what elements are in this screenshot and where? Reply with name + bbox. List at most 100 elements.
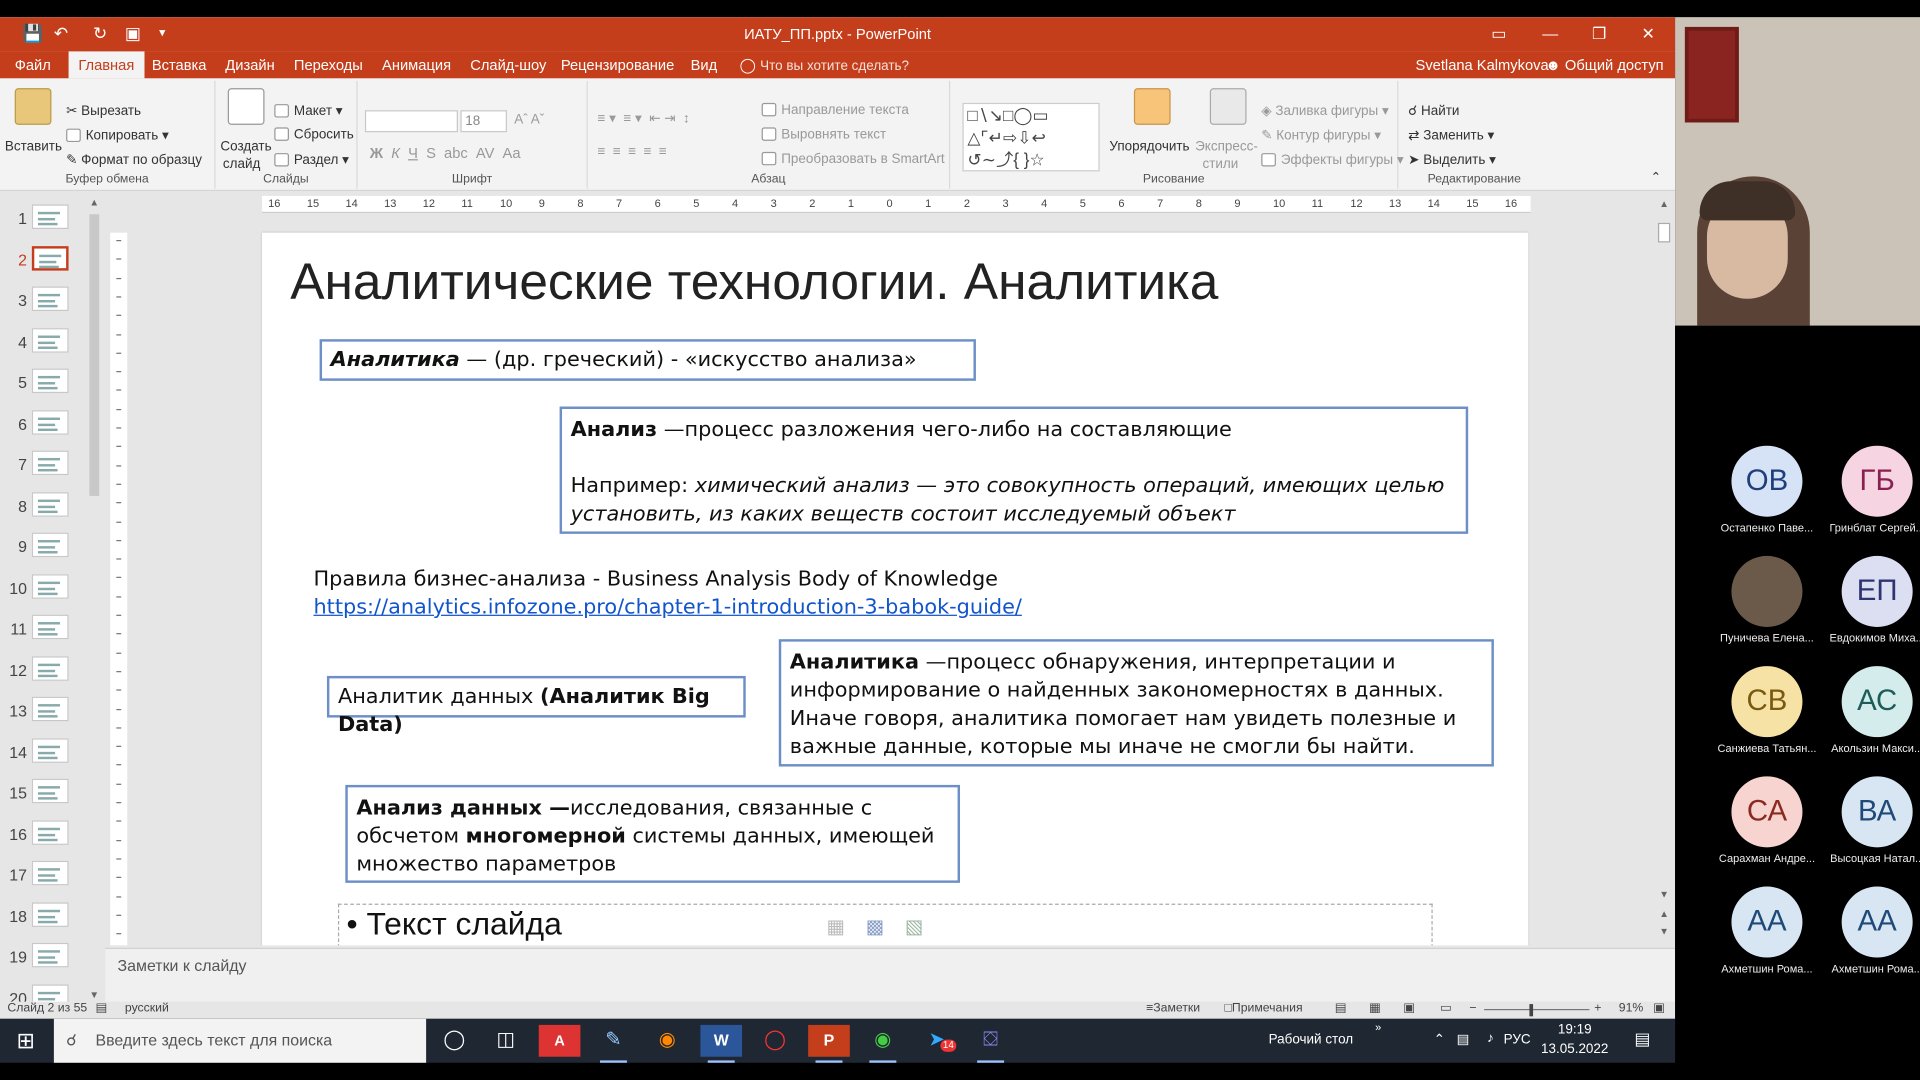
cortana-icon[interactable]: ◯	[433, 1025, 475, 1057]
slide-thumbnail[interactable]: 13	[5, 694, 91, 728]
teams-icon[interactable]: ⛋	[970, 1025, 1012, 1063]
slide-scrollbar[interactable]: ▲ ▼ ▲ ▼	[1655, 195, 1673, 946]
copy-button[interactable]: Копировать ▾	[66, 127, 169, 143]
scroll-down-icon[interactable]: ▼	[1659, 889, 1669, 900]
replace-button[interactable]: ⇄ Заменить ▾	[1408, 127, 1494, 144]
taskbar-search[interactable]: ☌ Введите здесь текст для поиска	[53, 1018, 427, 1063]
align-text-button[interactable]: Выровнять текст	[761, 127, 886, 142]
chevron-icon[interactable]: »	[1375, 1021, 1381, 1033]
powerpoint-icon[interactable]: P	[808, 1024, 850, 1063]
normal-view-icon[interactable]: ▤	[1335, 1002, 1347, 1015]
volume-icon[interactable]: ♪	[1487, 1031, 1494, 1046]
participant-tile[interactable]: ВА Высоцкая Натал...	[1810, 776, 1920, 886]
shape-outline-button[interactable]: ✎ Контур фигуры ▾	[1261, 127, 1381, 144]
slide-thumbnail[interactable]: 16	[5, 817, 91, 851]
font-style-buttons[interactable]: Ж К Ч S abc AV Aa	[370, 144, 521, 161]
new-slide-button-line2[interactable]: слайд	[223, 157, 260, 172]
definition-box-analytics[interactable]: Аналитика — (др. греческий) - «искусство…	[319, 339, 976, 381]
insert-table-icon[interactable]: ▦	[827, 910, 846, 946]
tab-transitions[interactable]: Переходы	[284, 51, 373, 78]
shapes-gallery[interactable]: □∖↘□◯▭ △⌜↵⇨⇩↩ ↺∼⤴{ }☆	[962, 102, 1100, 172]
restore-icon[interactable]: ❐	[1575, 21, 1624, 48]
tab-animations[interactable]: Анимация	[372, 51, 461, 78]
shape-fill-button[interactable]: ◈ Заливка фигуры ▾	[1261, 103, 1388, 119]
quick-styles-button-line2[interactable]: стили	[1202, 157, 1238, 172]
notification-icon[interactable]: ▤	[1634, 1029, 1650, 1050]
slide-thumbnail[interactable]: 17	[5, 858, 91, 892]
tray-up-icon[interactable]: ⌃	[1434, 1031, 1445, 1047]
slide-thumbnail[interactable]: 6	[5, 407, 91, 441]
font-grow-icon[interactable]: Aˆ Aˇ	[514, 113, 544, 128]
notes-pane[interactable]: Заметки к слайду	[105, 947, 1676, 1002]
format-painter-button[interactable]: ✎ Формат по образцу	[66, 152, 202, 168]
slide-thumbnail[interactable]: 9	[5, 530, 91, 564]
slide-title[interactable]: Аналитические технологии. Аналитика	[290, 252, 1218, 311]
participant-tile[interactable]: ОВ Остапенко Паве...	[1700, 445, 1813, 556]
slide-thumbnail[interactable]: 2	[5, 243, 91, 277]
content-placeholder[interactable]: • Текст слайда ▦ ▩ ▧	[337, 903, 1433, 946]
slide-thumbnail[interactable]: 1	[5, 202, 91, 236]
list-buttons[interactable]: ≡ ▾ ≡ ▾ ⇤ ⇥ ↕	[598, 110, 690, 126]
network-icon[interactable]: ▤	[1457, 1031, 1470, 1047]
zoom-slider[interactable]	[1484, 1008, 1590, 1011]
thumbnail-scroll-thumb[interactable]	[89, 214, 100, 496]
input-language[interactable]: РУС	[1504, 1032, 1531, 1047]
slide-thumbnail[interactable]: 18	[5, 899, 91, 933]
spellcheck-icon[interactable]: ▤	[96, 1002, 108, 1015]
participant-tile[interactable]: АА Ахметшин Рома...	[1700, 886, 1813, 997]
ribbon-display-icon[interactable]: ▭	[1474, 21, 1523, 48]
cut-button[interactable]: ✂ Вырезать	[66, 103, 141, 119]
tab-file[interactable]: Файл	[5, 51, 61, 78]
explorer-icon[interactable]: ✎	[593, 1025, 635, 1063]
align-buttons[interactable]: ≡ ≡ ≡ ≡ ≡	[598, 144, 667, 159]
comments-toggle[interactable]: □ Примечания	[1225, 1002, 1303, 1015]
data-analyst-box[interactable]: Аналитик данных (Аналитик Big Data)	[326, 675, 746, 737]
arrange-button[interactable]: Упорядочить	[1109, 140, 1189, 155]
definition-box-data-analysis[interactable]: Анализ данных —исследования, связанные с…	[345, 784, 961, 883]
clock-date[interactable]: 13.05.2022	[1538, 1042, 1611, 1057]
new-slide-icon[interactable]	[227, 88, 265, 125]
babok-link[interactable]: https://analytics.infozone.pro/chapter-1…	[313, 595, 1021, 619]
previous-slide-icon[interactable]: ▲	[1659, 909, 1669, 920]
acrobat-icon[interactable]: A	[538, 1024, 581, 1057]
find-button[interactable]: ☌ Найти	[1408, 103, 1459, 119]
firefox-icon[interactable]: ◉	[647, 1025, 689, 1057]
next-slide-icon[interactable]: ▼	[1659, 926, 1669, 937]
scroll-down-icon[interactable]: ▼	[89, 989, 99, 1000]
task-view-icon[interactable]: ◫	[485, 1025, 527, 1057]
zoom-out-icon[interactable]: −	[1469, 1002, 1476, 1015]
tab-home[interactable]: Главная	[68, 51, 145, 79]
slide-thumbnail[interactable]: 7	[5, 448, 91, 482]
slide-thumbnail[interactable]: 3	[5, 284, 91, 318]
telegram-icon[interactable]: ➤ 14	[916, 1025, 958, 1057]
tab-design[interactable]: Дизайн	[216, 51, 285, 78]
quick-styles-icon[interactable]	[1209, 88, 1247, 125]
quick-styles-button[interactable]: Экспресс-	[1195, 140, 1258, 155]
slide-thumbnail[interactable]: 11	[5, 612, 91, 646]
sorter-view-icon[interactable]: ▦	[1369, 1002, 1381, 1015]
slide-thumbnail[interactable]: 12	[5, 653, 91, 687]
participant-tile[interactable]: АС Акользин Макси...	[1810, 666, 1920, 776]
paste-icon[interactable]	[14, 88, 52, 125]
thumbnail-scrollbar[interactable]: ▲ ▼	[88, 197, 100, 1000]
scroll-up-icon[interactable]: ▲	[89, 197, 99, 208]
text-direction-button[interactable]: Направление текста	[761, 102, 909, 118]
zoom-level[interactable]: 91%	[1619, 1002, 1644, 1015]
scroll-up-icon[interactable]: ▲	[1659, 198, 1669, 209]
participant-tile[interactable]: АА Ахметшин Рома...	[1810, 886, 1920, 997]
notes-toggle[interactable]: ≡ Заметки	[1146, 1002, 1200, 1015]
new-slide-button[interactable]: Создать	[220, 140, 271, 155]
definition-box-analytics-process[interactable]: Аналитика —процесс обнаружения, интерпре…	[778, 639, 1494, 767]
tab-insert[interactable]: Вставка	[142, 51, 216, 78]
slide-thumbnail[interactable]: 5	[5, 366, 91, 400]
participant-tile[interactable]: СА Сарахман Андре...	[1700, 776, 1815, 886]
slide-thumbnail[interactable]: 4	[5, 325, 91, 359]
shape-effects-button[interactable]: Эффекты фигуры ▾	[1261, 152, 1404, 168]
slide-thumbnail[interactable]: 14	[5, 735, 91, 769]
user-name[interactable]: Svetlana Kalmykova	[1416, 51, 1549, 78]
reset-button[interactable]: Сбросить	[274, 127, 354, 142]
font-family-select[interactable]	[364, 110, 458, 133]
opera-icon[interactable]: ◯	[754, 1025, 796, 1057]
font-size-select[interactable]: 18	[460, 110, 507, 133]
zoom-slider-thumb[interactable]	[1529, 1004, 1534, 1017]
